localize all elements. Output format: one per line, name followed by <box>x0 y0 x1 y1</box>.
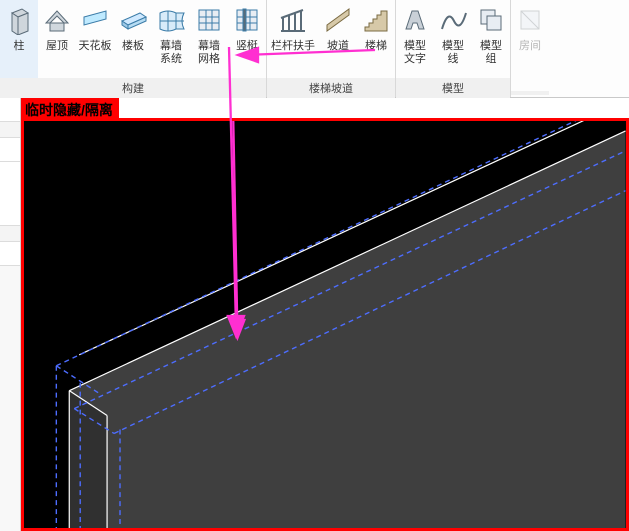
column-icon <box>3 4 35 36</box>
curtain-grid-icon <box>193 4 225 36</box>
ribbon-group-circulation: 栏杆扶手 坡道 楼梯 楼梯坡道 <box>267 0 396 97</box>
viewport-3d[interactable] <box>21 118 629 531</box>
ribbon-group-model: 模型 文字 模型 线 模型 组 模型 <box>396 0 511 97</box>
model-line-label: 模型 线 <box>442 40 464 66</box>
roof-button[interactable]: 屋顶 <box>38 0 76 78</box>
ribbon-group-model-title: 模型 <box>396 78 510 98</box>
ramp-label: 坡道 <box>327 40 349 53</box>
room-label: 房间 <box>519 40 541 53</box>
column-button[interactable]: 柱 <box>0 0 38 78</box>
curtain-grid-label: 幕墙 网格 <box>198 40 220 66</box>
model-geometry-svg <box>24 121 626 528</box>
ribbon-group-room-buttons: 房间 <box>511 0 549 91</box>
model-group-label: 模型 组 <box>480 40 502 66</box>
curtain-system-icon <box>155 4 187 36</box>
property-cell[interactable] <box>0 122 20 138</box>
stair-button[interactable]: 楼梯 <box>357 0 395 78</box>
floor-button[interactable]: 楼板 <box>114 0 152 78</box>
ribbon-toolbar: 柱 屋顶 天花板 楼板 <box>0 0 629 98</box>
property-cell[interactable] <box>0 242 20 266</box>
mullion-icon <box>231 4 263 36</box>
properties-panel[interactable] <box>0 98 21 531</box>
ribbon-group-circulation-title: 楼梯坡道 <box>267 78 395 98</box>
stair-icon <box>360 4 392 36</box>
curtain-system-button[interactable]: 幕墙 系统 <box>152 0 190 78</box>
model-text-button[interactable]: 模型 文字 <box>396 0 434 78</box>
ribbon-group-build-buttons: 柱 屋顶 天花板 楼板 <box>0 0 266 78</box>
property-cell[interactable] <box>0 226 20 242</box>
curtain-system-label: 幕墙 系统 <box>160 40 182 66</box>
property-cell[interactable] <box>0 98 20 122</box>
model-line-icon <box>437 4 469 36</box>
roof-label: 屋顶 <box>46 40 68 53</box>
curtain-grid-button[interactable]: 幕墙 网格 <box>190 0 228 78</box>
model-text-icon <box>399 4 431 36</box>
model-group-icon <box>475 4 507 36</box>
property-cell[interactable] <box>0 202 20 226</box>
property-cell[interactable] <box>0 162 20 202</box>
view-canvas[interactable]: 临时隐藏/隔离 <box>21 98 629 531</box>
mullion-button[interactable]: 竖梃 <box>228 0 266 78</box>
roof-icon <box>41 4 73 36</box>
ribbon-group-room: 房间 <box>511 0 549 97</box>
mullion-label: 竖梃 <box>236 40 258 53</box>
room-button[interactable]: 房间 <box>511 0 549 78</box>
model-line-button[interactable]: 模型 线 <box>434 0 472 78</box>
column-label: 柱 <box>14 40 25 53</box>
ceiling-label: 天花板 <box>79 40 112 53</box>
property-cell[interactable] <box>0 138 20 162</box>
model-group-button[interactable]: 模型 组 <box>472 0 510 78</box>
ribbon-group-model-buttons: 模型 文字 模型 线 模型 组 <box>396 0 510 78</box>
stair-label: 楼梯 <box>365 40 387 53</box>
ribbon-group-room-title <box>511 91 549 95</box>
ceiling-icon <box>79 4 111 36</box>
railing-icon <box>277 4 309 36</box>
floor-icon <box>117 4 149 36</box>
ramp-icon <box>322 4 354 36</box>
ribbon-group-build-title: 构建 <box>0 78 266 98</box>
floor-label: 楼板 <box>122 40 144 53</box>
ceiling-button[interactable]: 天花板 <box>76 0 114 78</box>
ribbon-group-build: 柱 屋顶 天花板 楼板 <box>0 0 267 97</box>
railing-label: 栏杆扶手 <box>271 40 315 53</box>
railing-button[interactable]: 栏杆扶手 <box>267 0 319 78</box>
room-icon <box>514 4 546 36</box>
ramp-button[interactable]: 坡道 <box>319 0 357 78</box>
model-text-label: 模型 文字 <box>404 40 426 66</box>
ribbon-group-circulation-buttons: 栏杆扶手 坡道 楼梯 <box>267 0 395 78</box>
work-area: 临时隐藏/隔离 <box>0 98 629 531</box>
